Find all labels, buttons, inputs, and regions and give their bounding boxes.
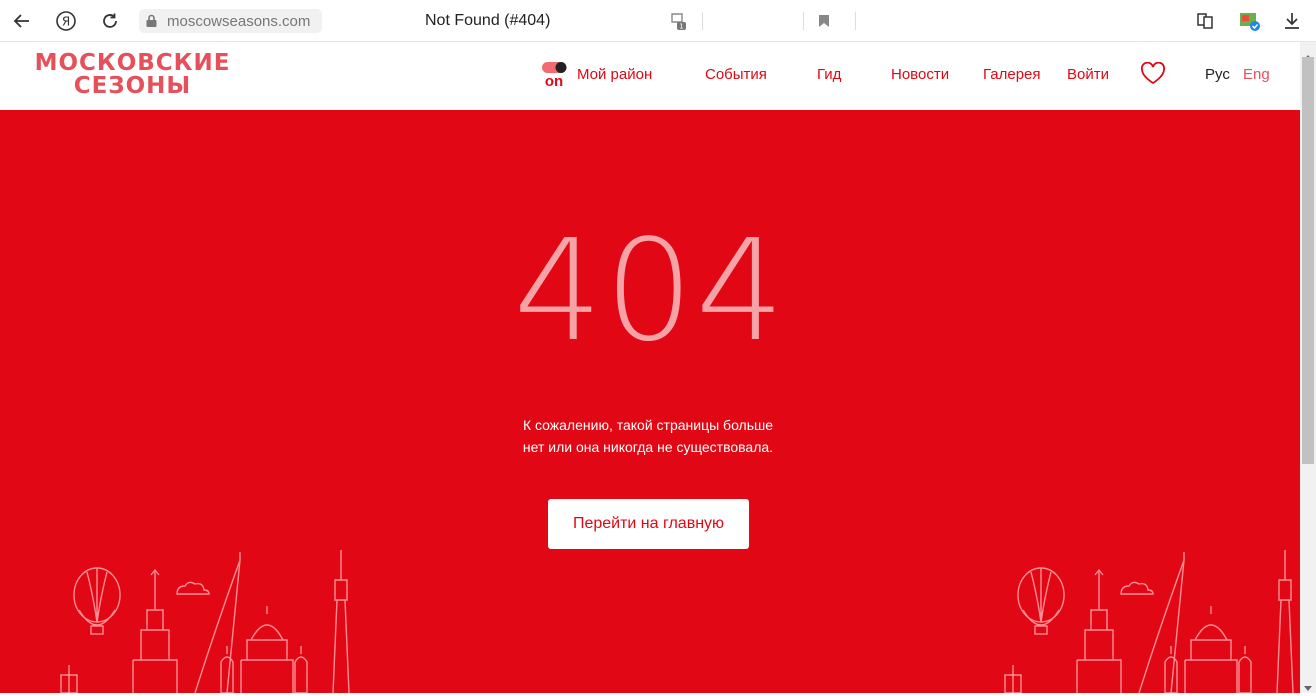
scroll-down-arrow-icon[interactable] (1304, 678, 1312, 696)
on-label: on (545, 73, 563, 87)
error-message: К сожалению, такой страницы больше нет и… (0, 414, 1296, 458)
address-bar[interactable]: moscowseasons.com (139, 9, 322, 33)
toolbar-divider (855, 12, 856, 30)
scrollbar-thumb[interactable] (1302, 57, 1314, 464)
toolbar-divider (702, 12, 703, 30)
error-code: 404 (513, 210, 787, 373)
downloads-badge: 1 (679, 23, 683, 31)
reload-icon[interactable] (98, 9, 122, 33)
browser-toolbar: Я moscowseasons.com Not Found (#404) 1 (0, 0, 1316, 42)
download-icon[interactable] (1280, 9, 1304, 33)
nav-news[interactable]: Новости (891, 66, 949, 83)
nav-events[interactable]: События (705, 66, 767, 83)
back-arrow-icon[interactable] (10, 9, 34, 33)
error-section: 404 К сожалению, такой страницы больше н… (0, 110, 1300, 693)
error-message-line2: нет или она никогда не существовала. (522, 439, 774, 455)
tab-title: Not Found (#404) (425, 12, 551, 29)
nav-my-district[interactable]: Мой район (577, 66, 652, 83)
nav-guide[interactable]: Гид (817, 66, 841, 83)
nav-login[interactable]: Войти (1067, 66, 1109, 83)
url-text: moscowseasons.com (167, 12, 311, 30)
page-scrollbar[interactable] (1300, 42, 1316, 693)
logo-line1: МОСКОВСКИЕ (34, 50, 231, 76)
lock-icon (145, 14, 158, 32)
nav-gallery[interactable]: Галерея (983, 66, 1041, 83)
bookmark-icon[interactable] (812, 9, 836, 33)
site-header: МОСКОВСКИЕ СЕЗОНЫ on Мой район События Г… (0, 42, 1300, 110)
svg-text:Я: Я (62, 15, 70, 29)
lang-ru[interactable]: Рус (1205, 66, 1230, 83)
yandex-icon[interactable]: Я (54, 9, 78, 33)
profile-extension-icon[interactable] (1237, 9, 1261, 33)
on-toggle-icon[interactable]: on (541, 61, 569, 90)
toolbar-divider (803, 12, 804, 30)
go-home-button[interactable]: Перейти на главную (548, 499, 749, 549)
site-logo[interactable]: МОСКОВСКИЕ СЕЗОНЫ (30, 52, 235, 98)
error-message-line1: К сожалению, такой страницы больше (522, 417, 774, 433)
favorites-heart-icon[interactable] (1140, 61, 1166, 91)
protect-icon[interactable]: 1 (666, 9, 690, 33)
lang-en[interactable]: Eng (1243, 66, 1270, 83)
collections-icon[interactable] (1193, 9, 1217, 33)
logo-line2: СЕЗОНЫ (73, 73, 192, 99)
moscow-skyline-illustration-left (60, 550, 350, 693)
moscow-skyline-illustration-right (1004, 550, 1294, 693)
